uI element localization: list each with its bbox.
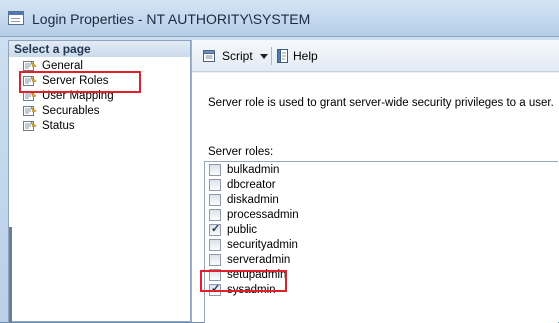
script-icon [202,48,218,64]
role-name: processadmin [227,209,299,221]
page-icon [23,106,37,117]
select-page-header: Select a page [9,41,190,57]
title-bar[interactable]: Login Properties - NT AUTHORITY\SYSTEM [0,0,559,37]
checkmark-icon: ✓ [211,223,221,235]
role-checkbox[interactable] [209,254,221,266]
role-checkbox[interactable] [209,194,221,206]
chevron-down-icon[interactable] [260,54,268,59]
help-book-icon [275,48,291,64]
script-button[interactable]: Script [202,48,253,64]
properties-window-icon [8,11,24,25]
server-roles-list: bulkadmin dbcreator diskadmin processadm… [204,161,558,323]
toolbar: Script Help [192,40,559,72]
server-roles-highlight-box [19,71,141,93]
role-name: bulkadmin [227,164,280,176]
help-button-label: Help [293,49,318,63]
role-name: diskadmin [227,194,279,206]
role-checkbox[interactable] [209,164,221,176]
role-checkbox[interactable]: ✓ [209,223,221,236]
sidebar-item-label: Securables [42,105,100,117]
role-name: public [227,224,258,236]
role-name: dbcreator [227,179,276,191]
window-title: Login Properties - NT AUTHORITY\SYSTEM [32,11,311,27]
role-checkbox[interactable] [209,209,221,221]
help-button[interactable]: Help [275,48,318,64]
sysadmin-highlight-box [200,270,287,292]
toolbar-separator [271,47,272,65]
sidebar-item-label: Status [42,120,75,132]
server-roles-label: Server roles: [208,146,274,158]
script-button-label: Script [222,49,253,63]
select-page-pane: Select a page General Server Roles User … [8,40,191,323]
role-checkbox[interactable] [209,239,221,251]
sidebar-item-securables[interactable]: Securables [21,104,114,119]
left-pane-edge [9,227,12,323]
role-checkbox[interactable] [209,179,221,191]
page-description: Server role is used to grant server-wide… [208,97,554,109]
role-name: securityadmin [227,239,298,251]
role-name: serveradmin [227,254,291,266]
login-properties-window: Login Properties - NT AUTHORITY\SYSTEM S… [0,0,559,323]
page-icon [23,121,37,132]
sidebar-item-status[interactable]: Status [21,119,114,134]
